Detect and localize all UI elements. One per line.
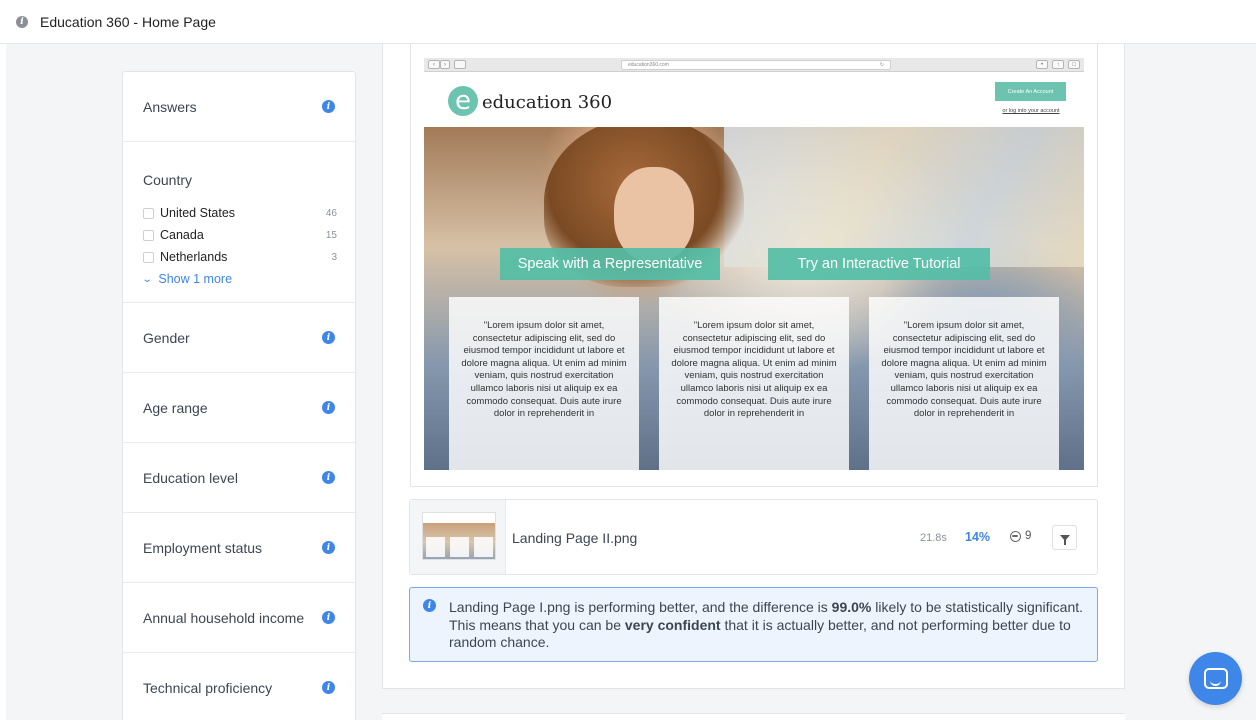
result-name: Landing Page II.png: [512, 530, 638, 546]
country-count: 15: [325, 229, 337, 241]
preview-testimonial-card: "Lorem ipsum dolor sit amet, consectetur…: [659, 297, 849, 470]
thumbnail-area: [410, 500, 506, 574]
chat-icon: [1203, 668, 1228, 689]
next-panel-edge: [382, 713, 1125, 720]
country-count: 46: [325, 207, 337, 219]
forward-icon: ›: [440, 60, 450, 69]
filter-title: Country: [143, 172, 193, 188]
hero-map-background: [724, 127, 1084, 267]
filter-title: Education level: [143, 469, 238, 486]
banner-percent: 99.0%: [831, 599, 872, 615]
preview-cta-representative: Speak with a Representative: [500, 248, 720, 280]
preview-url: education360.com: [628, 62, 669, 68]
filter-gender[interactable]: Gender i: [123, 303, 355, 373]
info-icon[interactable]: i: [322, 681, 335, 694]
info-icon[interactable]: i: [322, 541, 335, 554]
preview-create-account-button: Create An Account: [995, 82, 1066, 101]
preview-browser-bar: ‹ › education360.com ↻ • ↑ □: [424, 58, 1084, 72]
left-margin: [0, 44, 6, 720]
filter-answers[interactable]: Answers i: [123, 72, 355, 142]
country-option[interactable]: Netherlands 3: [143, 246, 337, 268]
window-titlebar: i Education 360 - Home Page: [0, 0, 1256, 44]
country-option[interactable]: Canada 15: [143, 224, 337, 246]
filter-title: Gender: [143, 329, 190, 346]
filter-title: Employment status: [143, 539, 263, 556]
banner-text-part: Landing Page I.png is performing better,…: [449, 599, 832, 615]
info-icon[interactable]: i: [322, 401, 335, 414]
result-users: 9: [1010, 530, 1031, 542]
chevron-down-icon: ⌄: [141, 273, 153, 285]
country-count: 3: [331, 251, 337, 263]
filter-title: Age range: [143, 399, 208, 416]
checkbox[interactable]: [143, 251, 154, 263]
preview-testimonial-card: "Lorem ipsum dolor sit amet, consectetur…: [449, 297, 639, 470]
filter-title: Annual household income: [143, 609, 305, 626]
show-more-label: Show 1 more: [158, 272, 233, 286]
chat-launcher-button[interactable]: [1189, 652, 1242, 705]
preview-hero-image: Speak with a Representative Try an Inter…: [424, 127, 1084, 470]
checkbox[interactable]: [143, 207, 154, 219]
filter-technical-proficiency[interactable]: Technical proficiency i: [123, 653, 355, 720]
result-time: 21.8s: [920, 532, 947, 544]
preview-site-header: e education 360 Create An Account or log…: [424, 72, 1084, 127]
window-title: Education 360 - Home Page: [40, 13, 216, 30]
filter-icon: [1059, 534, 1070, 545]
download-icon: •: [1036, 60, 1048, 69]
sidebar-icon: [454, 60, 466, 69]
filter-age-range[interactable]: Age range i: [123, 373, 355, 443]
filter-button[interactable]: [1052, 525, 1077, 550]
result-users-count: 9: [1025, 530, 1032, 542]
show-more-link[interactable]: ⌄ Show 1 more: [141, 268, 337, 290]
checkbox[interactable]: [143, 229, 154, 241]
preview-url-bar: education360.com ↻: [621, 60, 891, 70]
preview-cta-tutorial: Try an Interactive Tutorial: [768, 248, 990, 280]
share-icon: ↑: [1052, 60, 1064, 69]
tabs-icon: □: [1068, 60, 1080, 69]
info-icon[interactable]: i: [322, 611, 335, 624]
landing-page-thumbnail[interactable]: [422, 512, 496, 560]
user-icon: [1010, 530, 1021, 542]
filter-education-level[interactable]: Education level i: [123, 443, 355, 513]
result-percent: 14%: [965, 530, 991, 544]
significance-banner: i Landing Page I.png is performing bette…: [409, 587, 1098, 662]
country-name: United States: [160, 206, 236, 220]
info-icon[interactable]: i: [322, 331, 335, 344]
country-option[interactable]: United States 46: [143, 202, 337, 224]
banner-confidence: very confident: [624, 616, 721, 633]
filter-employment-status[interactable]: Employment status i: [123, 513, 355, 583]
country-name: Netherlands: [160, 250, 228, 264]
filter-title: Answers: [143, 98, 197, 115]
preview-testimonial-card: "Lorem ipsum dolor sit amet, consectetur…: [869, 297, 1059, 470]
info-icon[interactable]: i: [322, 471, 335, 484]
info-icon[interactable]: i: [322, 100, 335, 113]
info-icon: i: [16, 15, 28, 28]
info-icon: i: [423, 599, 436, 612]
logo-text: education 360: [482, 92, 613, 113]
filter-annual-household-income[interactable]: Annual household income i: [123, 583, 355, 653]
result-row[interactable]: Landing Page II.png 21.8s 14% 9: [409, 499, 1098, 575]
country-name: Canada: [160, 228, 204, 242]
preview-login-link: or log into your account: [1002, 108, 1060, 114]
filter-sidebar: Answers i Country United States 46 Canad…: [122, 71, 356, 720]
filter-country: Country United States 46 Canada 15 Nethe…: [123, 142, 355, 303]
logo-mark: e: [448, 86, 478, 116]
reload-icon: ↻: [879, 62, 884, 68]
banner-text: Landing Page I.png is performing better,…: [449, 599, 1089, 652]
back-icon: ‹: [428, 60, 440, 69]
filter-title: Technical proficiency: [143, 679, 273, 696]
